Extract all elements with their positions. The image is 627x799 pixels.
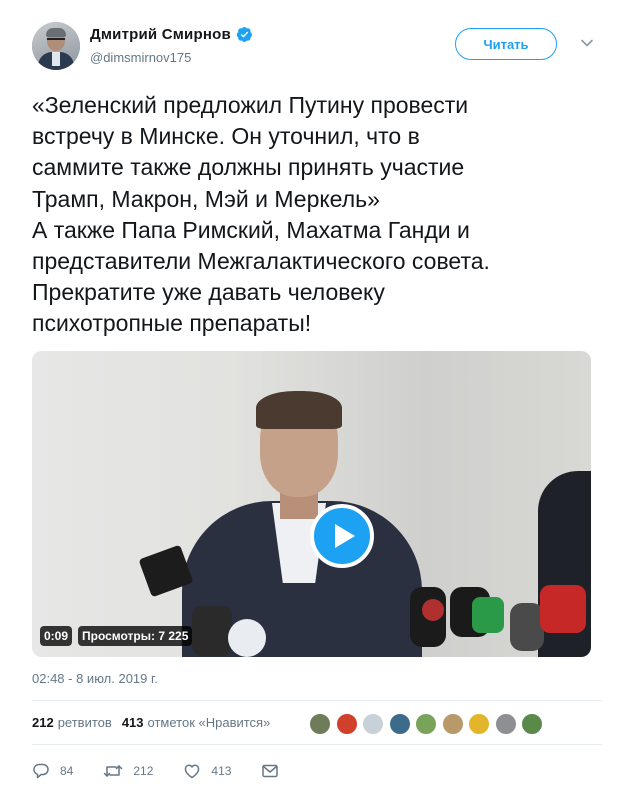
play-icon — [334, 524, 355, 548]
reply-count: 84 — [60, 764, 74, 778]
follow-button[interactable]: Читать — [455, 28, 557, 60]
chevron-down-icon[interactable] — [580, 36, 594, 50]
liker-avatar-4[interactable] — [388, 713, 411, 735]
divider — [32, 700, 602, 701]
tweet-timestamp[interactable]: 02:48 - 8 июл. 2019 г. — [32, 671, 158, 686]
likes-stat[interactable]: 413 отметок «Нравится» — [122, 715, 271, 730]
retweet-count: 212 — [133, 764, 154, 778]
liker-avatar-1[interactable] — [309, 713, 331, 735]
reply-button[interactable]: 84 — [32, 762, 73, 780]
video-views-badge: Просмотры: 7 225 — [78, 626, 193, 646]
retweet-button[interactable]: 212 — [103, 762, 153, 780]
retweets-stat-label: ретвитов — [57, 715, 112, 730]
liker-avatar-3[interactable] — [362, 713, 384, 735]
author-avatar[interactable] — [32, 22, 80, 70]
like-count: 413 — [211, 764, 232, 778]
liker-avatar-5[interactable] — [415, 713, 437, 735]
divider — [32, 744, 602, 745]
liker-avatar-9[interactable] — [521, 713, 543, 735]
liker-avatar-7[interactable] — [468, 713, 490, 735]
video-duration-badge: 0:09 — [40, 626, 73, 646]
author-name-row[interactable]: Дмитрий Смирнов — [90, 26, 253, 43]
tweet-actions: 84 212 413 — [32, 762, 319, 780]
reply-icon — [33, 763, 49, 779]
liker-avatar-2[interactable] — [335, 713, 358, 735]
direct-message-button[interactable] — [261, 763, 289, 779]
like-button[interactable]: 413 — [183, 762, 231, 780]
liker-avatar-8[interactable] — [494, 713, 517, 735]
liker-avatars — [309, 713, 548, 735]
envelope-icon — [262, 764, 279, 778]
likes-stat-label: отметок «Нравится» — [147, 715, 271, 730]
likes-stat-count: 413 — [121, 715, 144, 730]
author-handle[interactable]: @dimsmirnov175 — [90, 50, 191, 65]
tweet-text: «Зеленский предложил Путину провести вст… — [32, 92, 490, 337]
tweet-header: Дмитрий Смирнов @dimsmirnov175 Читать — [32, 22, 602, 74]
tweet-stats: 212 ретвитов 413 отметок «Нравится» — [32, 715, 280, 730]
verified-badge-icon — [236, 26, 252, 43]
retweets-stat[interactable]: 212 ретвитов — [32, 715, 112, 730]
heart-icon — [185, 764, 200, 779]
author-display-name[interactable]: Дмитрий Смирнов — [90, 26, 231, 43]
play-button[interactable] — [310, 504, 374, 568]
retweet-icon — [104, 765, 123, 777]
liker-avatar-6[interactable] — [441, 713, 464, 735]
video-player[interactable]: 0:09 Просмотры: 7 225 — [32, 351, 591, 657]
retweets-stat-count: 212 — [32, 715, 54, 730]
